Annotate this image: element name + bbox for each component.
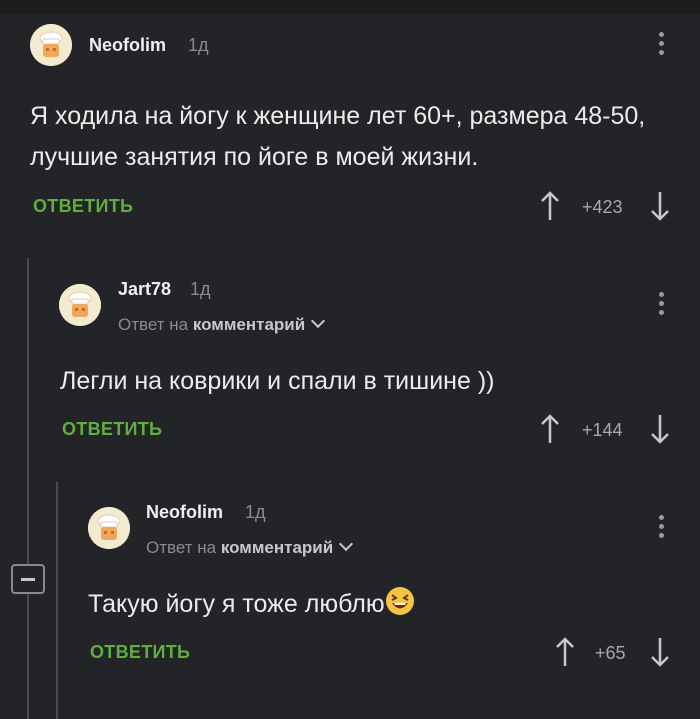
- reply-to-prefix: Ответ на: [118, 315, 189, 334]
- reply-to-link[interactable]: Ответ на комментарий: [146, 536, 354, 558]
- comment-text: Легли на коврики и спали в тишине )): [60, 367, 495, 395]
- timestamp: 1д: [188, 35, 209, 55]
- chef-avatar-icon: [59, 284, 101, 326]
- comment-text: Я ходила на йогу к женщине лет 60+, разм…: [30, 102, 646, 171]
- avatar[interactable]: [88, 507, 130, 549]
- timestamp: 1д: [190, 279, 211, 299]
- chef-avatar-icon: [88, 507, 130, 549]
- rating-value: +65: [595, 643, 626, 663]
- upvote-arrow-icon[interactable]: [540, 190, 560, 222]
- upvote-arrow-icon[interactable]: [540, 413, 560, 445]
- reply-to-prefix: Ответ на: [146, 538, 217, 557]
- rating-value: +423: [582, 197, 623, 217]
- more-menu-icon[interactable]: [657, 32, 665, 60]
- avatar[interactable]: [59, 284, 101, 326]
- thread-line-level-2[interactable]: [56, 482, 58, 719]
- comment-text-wrapper: Такую йогу я тоже люблю: [88, 584, 648, 625]
- username[interactable]: Jart78: [118, 279, 171, 300]
- downvote-arrow-icon[interactable]: [650, 413, 670, 445]
- chef-avatar-icon: [30, 24, 72, 66]
- reply-button[interactable]: ОТВЕТИТЬ: [90, 642, 190, 663]
- username[interactable]: Neofolim: [146, 502, 223, 523]
- avatar[interactable]: [30, 24, 72, 66]
- downvote-arrow-icon[interactable]: [650, 190, 670, 222]
- more-menu-icon[interactable]: [657, 515, 665, 543]
- comment-text: Такую йогу я тоже люблю: [88, 590, 385, 618]
- laughing-face-emoji-icon: [385, 587, 414, 615]
- chevron-down-icon[interactable]: [339, 536, 354, 552]
- rating-value: +144: [582, 420, 623, 440]
- upvote-arrow-icon[interactable]: [555, 636, 575, 668]
- downvote-arrow-icon[interactable]: [650, 636, 670, 668]
- collapse-thread-button[interactable]: [11, 564, 45, 594]
- reply-to-target[interactable]: комментарий: [193, 315, 305, 334]
- reply-button[interactable]: ОТВЕТИТЬ: [33, 196, 133, 217]
- timestamp: 1д: [245, 502, 266, 522]
- more-menu-icon[interactable]: [657, 292, 665, 320]
- username[interactable]: Neofolim: [89, 35, 166, 56]
- reply-to-link[interactable]: Ответ на комментарий: [118, 313, 326, 335]
- reply-to-target[interactable]: комментарий: [221, 538, 333, 557]
- chevron-down-icon[interactable]: [311, 313, 326, 329]
- thread-line-level-1[interactable]: [27, 258, 29, 719]
- top-bar: [0, 0, 700, 14]
- reply-button[interactable]: ОТВЕТИТЬ: [62, 419, 162, 440]
